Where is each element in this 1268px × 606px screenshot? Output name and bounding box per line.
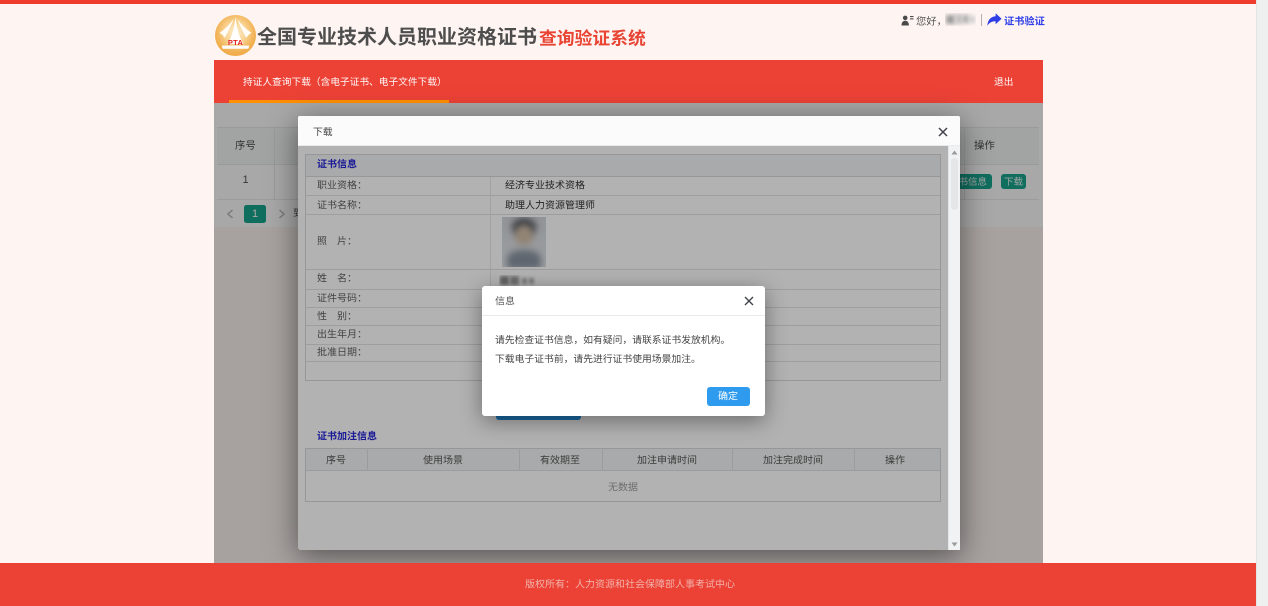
svg-text:PTA: PTA [228, 38, 244, 47]
